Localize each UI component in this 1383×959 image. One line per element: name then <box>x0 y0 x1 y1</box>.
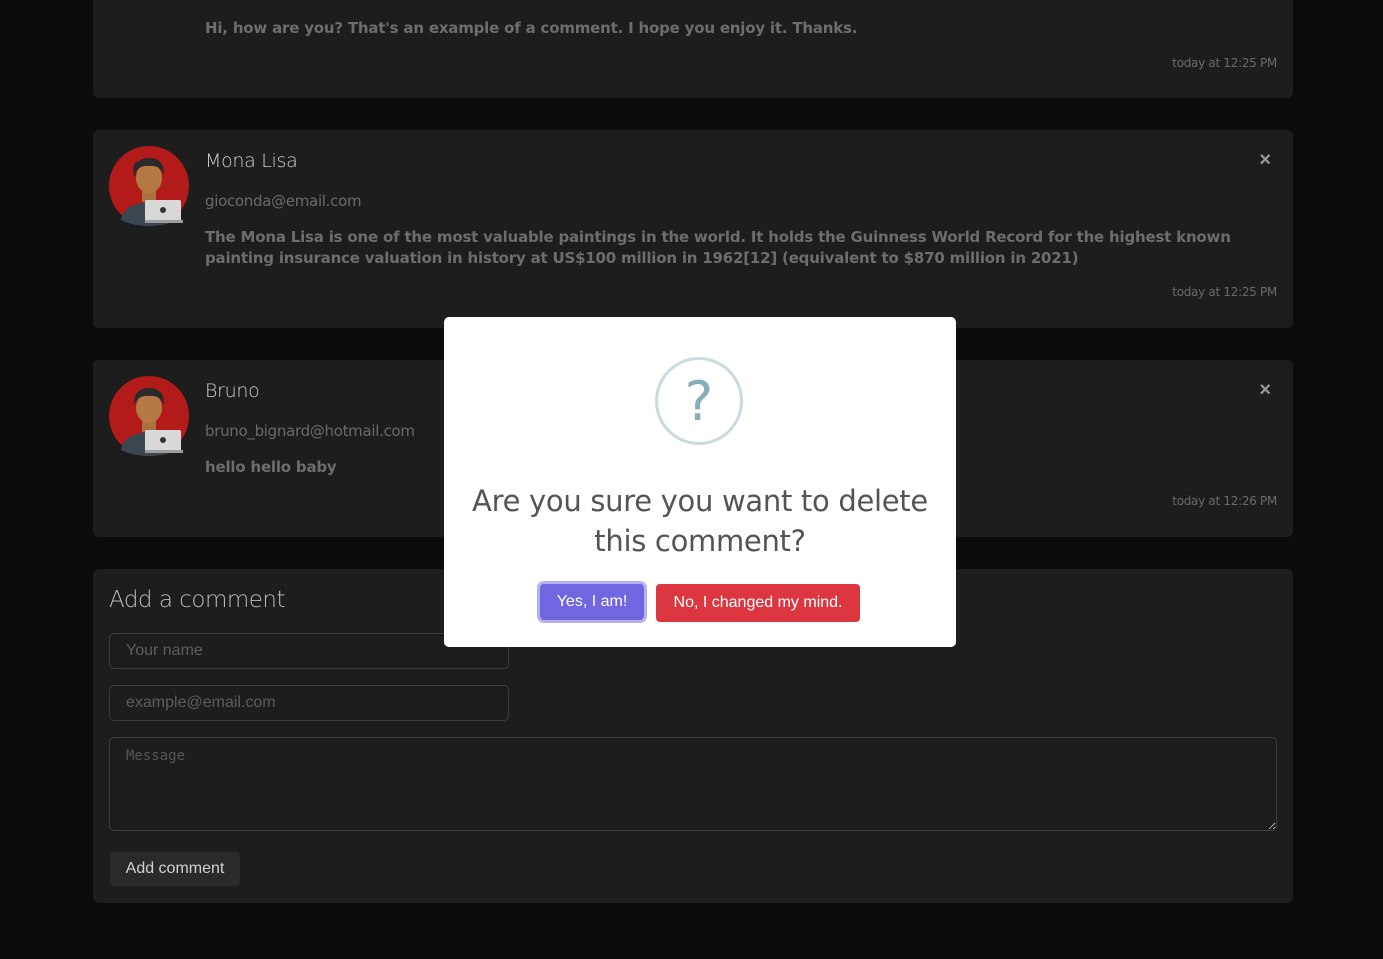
comment-author-email: bruno_bignard@hotmail.com <box>205 422 415 440</box>
comments-page: Hi, how are you? That's an example of a … <box>0 0 1383 959</box>
comment-card: Mona Lisa gioconda@email.com The Mona Li… <box>93 130 1293 328</box>
avatar <box>109 146 189 226</box>
dialog-title: Are you sure you want to delete this com… <box>472 484 928 558</box>
confirm-delete-button[interactable]: Yes, I am! <box>540 584 644 620</box>
comment-timestamp: today at 12:25 PM <box>1172 56 1277 70</box>
comment-message: Hi, how are you? That's an example of a … <box>205 19 858 37</box>
avatar <box>109 376 189 456</box>
email-input[interactable] <box>109 685 509 721</box>
comment-timestamp: today at 12:26 PM <box>1172 494 1277 508</box>
comment-author-name: Bruno <box>205 380 260 402</box>
delete-comment-close-icon[interactable]: × <box>1259 380 1271 400</box>
comment-timestamp: today at 12:25 PM <box>1172 285 1277 299</box>
cancel-delete-button[interactable]: No, I changed my mind. <box>656 584 860 622</box>
delete-comment-close-icon[interactable]: × <box>1259 150 1271 170</box>
question-icon: ? <box>655 357 743 445</box>
message-textarea[interactable] <box>109 737 1277 831</box>
delete-confirm-dialog: ? Are you sure you want to delete this c… <box>444 317 956 647</box>
comment-author-email: gioconda@email.com <box>205 192 362 210</box>
comment-message: The Mona Lisa is one of the most valuabl… <box>205 228 1231 267</box>
comment-author-name: Mona Lisa <box>205 150 298 172</box>
add-comment-button[interactable]: Add comment <box>110 852 240 886</box>
comment-card: Hi, how are you? That's an example of a … <box>93 0 1293 98</box>
form-title: Add a comment <box>109 587 286 613</box>
